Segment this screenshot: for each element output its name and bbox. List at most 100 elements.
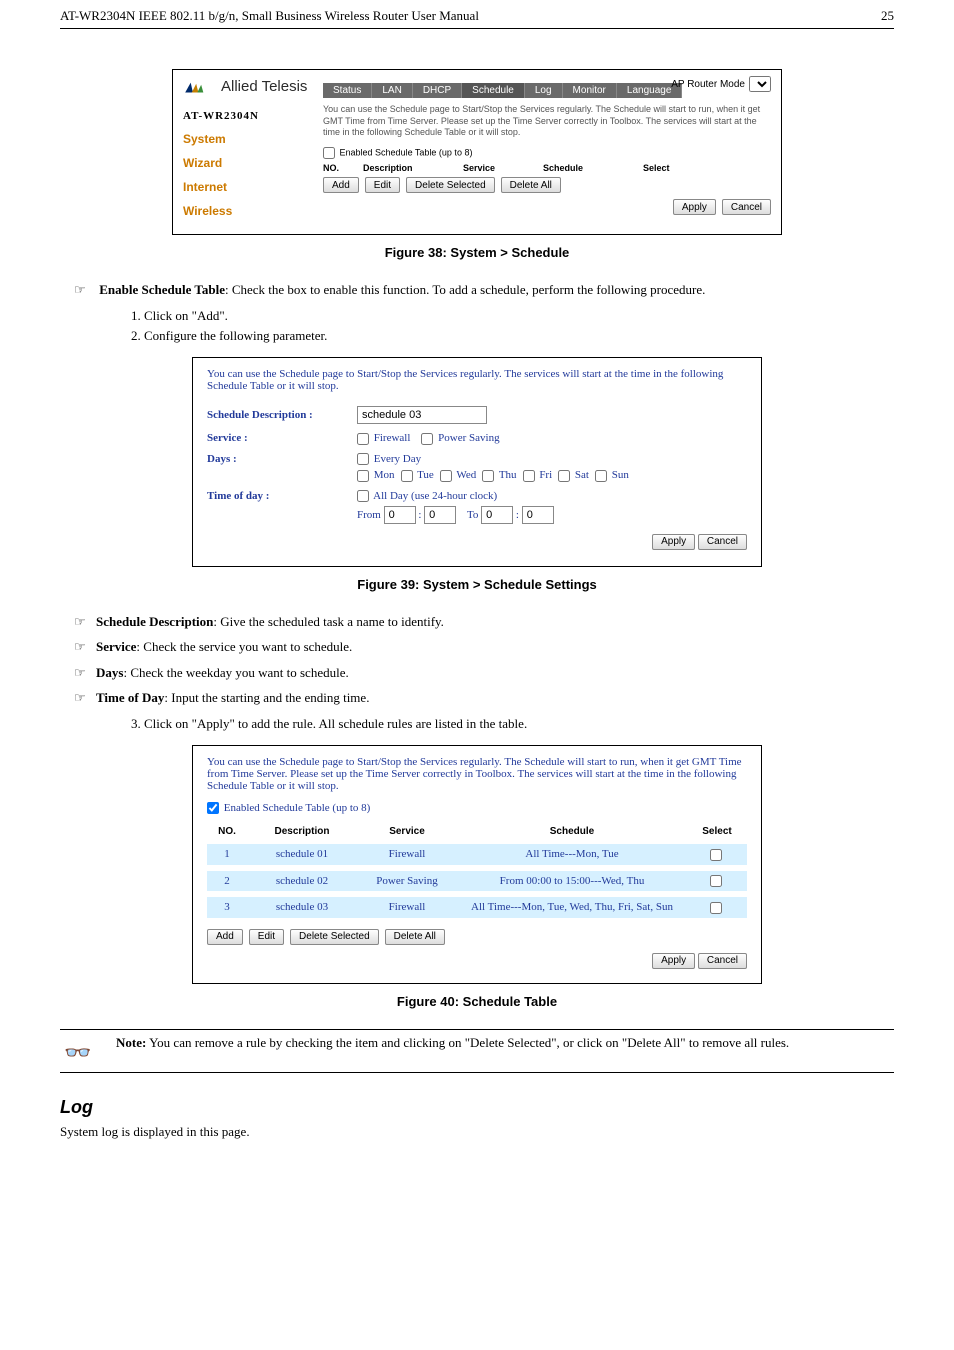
day-mon: Mon <box>374 469 395 481</box>
sidebar-model: AT-WR2304N <box>183 110 323 122</box>
edit-button[interactable]: Edit <box>365 177 400 193</box>
cell-desc: schedule 02 <box>247 870 357 892</box>
cell-no: 3 <box>207 896 247 918</box>
day-sun-checkbox[interactable] <box>595 470 607 482</box>
ap-mode-label: AP Router Mode <box>671 79 745 90</box>
fig40-cancel-button[interactable]: Cancel <box>698 953 747 969</box>
hand-icon: ☞ <box>74 663 96 683</box>
tab-schedule[interactable]: Schedule <box>462 83 525 98</box>
cell-no: 1 <box>207 843 247 865</box>
tab-dhcp[interactable]: DHCP <box>413 83 462 98</box>
col-schedule: Schedule <box>543 163 643 173</box>
from-min-input[interactable] <box>424 506 456 524</box>
from-hour-input[interactable] <box>384 506 416 524</box>
service-firewall-label: Firewall <box>374 432 411 444</box>
row1-select-checkbox[interactable] <box>710 849 722 861</box>
fig40-add-button[interactable]: Add <box>207 929 243 945</box>
day-sat: Sat <box>575 469 589 481</box>
fig40-intro: You can use the Schedule page to Start/S… <box>207 756 747 792</box>
cell-schedule: All Time---Mon, Tue, Wed, Thu, Fri, Sat,… <box>457 896 687 918</box>
day-tue-checkbox[interactable] <box>401 470 413 482</box>
sidebar-item-wireless[interactable]: Wireless <box>183 204 323 218</box>
fig40-delete-all-button[interactable]: Delete All <box>385 929 445 945</box>
cell-desc: schedule 03 <box>247 896 357 918</box>
day-sun: Sun <box>612 469 629 481</box>
schedule-table: NO. Description Service Schedule Select … <box>207 820 747 922</box>
tab-lan[interactable]: LAN <box>372 83 412 98</box>
enable-schedule-checkbox[interactable] <box>323 147 335 159</box>
sidebar-item-wizard[interactable]: Wizard <box>183 156 323 170</box>
procedure-step-3: Click on "Apply" to add the rule. All sc… <box>144 714 894 735</box>
apply-button[interactable]: Apply <box>673 199 716 215</box>
colon-1: : <box>418 509 421 521</box>
to-min-input[interactable] <box>522 506 554 524</box>
fig40-delete-selected-button[interactable]: Delete Selected <box>290 929 379 945</box>
step-1: Click on "Add". <box>144 306 894 327</box>
figure40-caption: Figure 40: Schedule Table <box>60 994 894 1009</box>
bullet-sched-desc-text: : Give the scheduled task a name to iden… <box>213 614 444 629</box>
fig40-enable-checkbox[interactable] <box>207 802 219 814</box>
cell-schedule: From 00:00 to 15:00---Wed, Thu <box>457 870 687 892</box>
cell-no: 2 <box>207 870 247 892</box>
cell-schedule: All Time---Mon, Tue <box>457 843 687 865</box>
hand-icon: ☞ <box>74 637 96 657</box>
service-powersaving-label: Power Saving <box>438 432 499 444</box>
page-header: AT-WR2304N IEEE 802.11 b/g/n, Small Busi… <box>60 0 894 29</box>
cell-service: Firewall <box>357 843 457 865</box>
bullet-days-label: Days <box>96 665 123 680</box>
bullet-service-label: Service <box>96 639 136 654</box>
day-mon-checkbox[interactable] <box>357 470 369 482</box>
day-fri-checkbox[interactable] <box>523 470 535 482</box>
service-powersaving-checkbox[interactable] <box>421 433 433 445</box>
fig40-apply-button[interactable]: Apply <box>652 953 695 969</box>
fig39-apply-button[interactable]: Apply <box>652 534 695 550</box>
schedule-description-input[interactable] <box>357 406 487 424</box>
step-3: Click on "Apply" to add the rule. All sc… <box>144 714 894 735</box>
to-label: To <box>467 509 478 521</box>
log-heading: Log <box>60 1097 894 1118</box>
fig39-cancel-button[interactable]: Cancel <box>698 534 747 550</box>
service-firewall-checkbox[interactable] <box>357 433 369 445</box>
cell-service: Power Saving <box>357 870 457 892</box>
table-row: 2 schedule 02 Power Saving From 00:00 to… <box>207 870 747 892</box>
figure-39: You can use the Schedule page to Start/S… <box>192 357 762 567</box>
col-select: Select <box>643 163 690 173</box>
day-sat-checkbox[interactable] <box>558 470 570 482</box>
col-no: NO. <box>323 163 363 173</box>
all-day-checkbox[interactable] <box>357 490 369 502</box>
day-thu-checkbox[interactable] <box>482 470 494 482</box>
from-label: From <box>357 509 381 521</box>
day-fri: Fri <box>539 469 552 481</box>
delete-selected-button[interactable]: Delete Selected <box>406 177 495 193</box>
enable-schedule-bullet-text: : Check the box to enable this function.… <box>225 282 705 297</box>
enable-schedule-label: Enabled Schedule Table (up to 8) <box>340 147 473 157</box>
tab-log[interactable]: Log <box>525 83 563 98</box>
every-day-checkbox[interactable] <box>357 453 369 465</box>
col-service: Service <box>463 163 543 173</box>
figure-40: You can use the Schedule page to Start/S… <box>192 745 762 984</box>
cancel-button[interactable]: Cancel <box>722 199 771 215</box>
tab-status[interactable]: Status <box>323 83 372 98</box>
sidebar-item-internet[interactable]: Internet <box>183 180 323 194</box>
fig40-edit-button[interactable]: Edit <box>249 929 284 945</box>
th-no: NO. <box>207 824 247 839</box>
row2-select-checkbox[interactable] <box>710 875 722 887</box>
th-select: Select <box>687 824 747 839</box>
hand-icon: ☞ <box>74 612 96 632</box>
sidebar-item-system[interactable]: System <box>183 132 323 146</box>
ap-mode-select[interactable] <box>749 76 771 92</box>
add-button[interactable]: Add <box>323 177 359 193</box>
fig40-enable-label: Enabled Schedule Table (up to 8) <box>224 802 371 814</box>
bullet-days-text: : Check the weekday you want to schedule… <box>123 665 348 680</box>
day-wed-checkbox[interactable] <box>440 470 452 482</box>
logo-text: Allied Telesis <box>221 78 307 95</box>
figure38-caption: Figure 38: System > Schedule <box>60 245 894 260</box>
hand-icon: ☞ <box>74 280 96 300</box>
th-service: Service <box>357 824 457 839</box>
row3-select-checkbox[interactable] <box>710 902 722 914</box>
delete-all-button[interactable]: Delete All <box>501 177 561 193</box>
days-label: Days : <box>207 453 357 465</box>
tab-monitor[interactable]: Monitor <box>563 83 617 98</box>
to-hour-input[interactable] <box>481 506 513 524</box>
bullet-sched-desc-label: Schedule Description <box>96 614 213 629</box>
